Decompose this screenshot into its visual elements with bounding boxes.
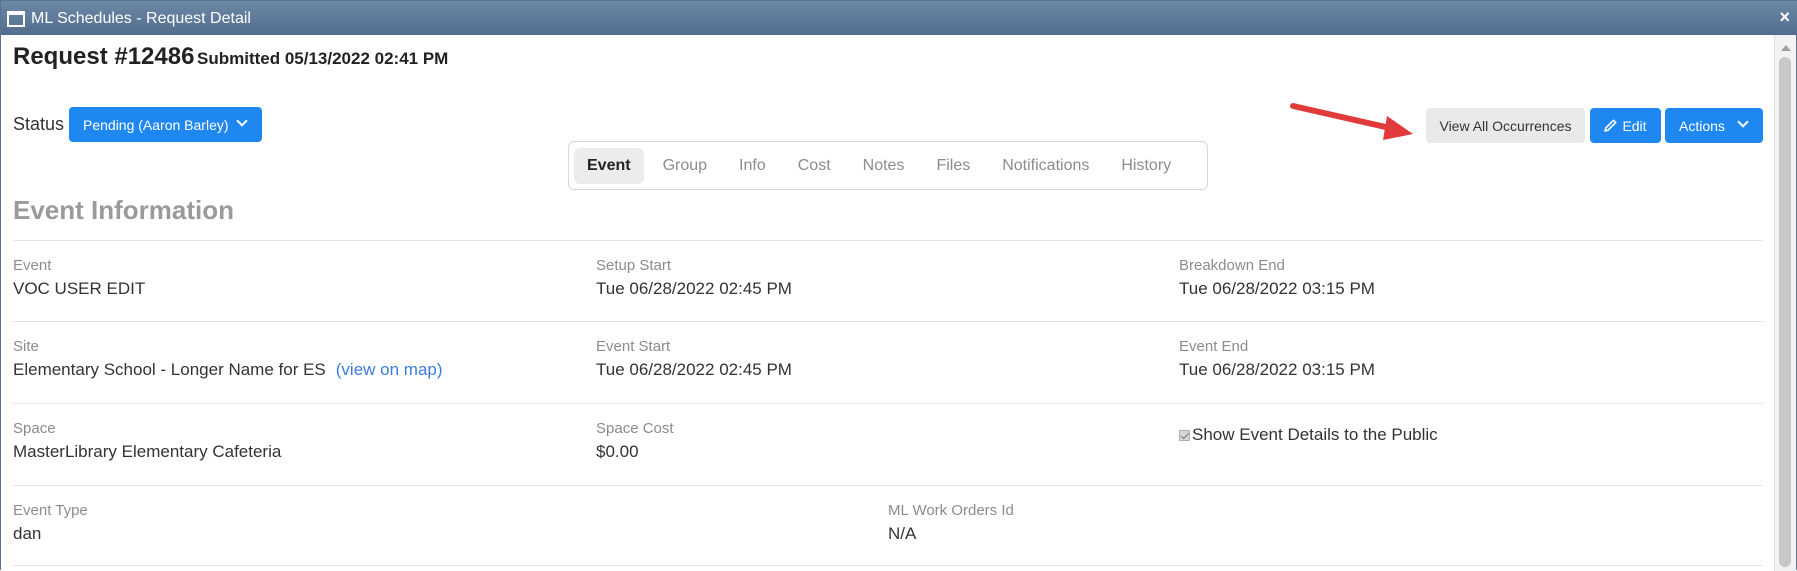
field-value: Elementary School - Longer Name for ES (v… [13,360,443,380]
scroll-up-icon[interactable] [1781,45,1791,51]
status-label: Status [13,114,65,134]
edit-button[interactable]: Edit [1590,108,1661,143]
tab-notes[interactable]: Notes [850,148,918,184]
window-title: ML Schedules - Request Detail [31,10,251,27]
content-area: Request #12486 Submitted 05/13/2022 02:4… [1,35,1776,571]
section-title: Event Information [13,195,235,225]
field-value: Tue 06/28/2022 02:45 PM [596,360,792,379]
field-label: Event Type [13,502,88,519]
pencil-icon [1604,119,1617,132]
show-public-checkbox[interactable] [1179,429,1190,441]
field-event-type: Event Type dan [13,502,88,544]
divider [13,403,1763,404]
field-event-start: Event Start Tue 06/28/2022 02:45 PM [596,338,792,380]
actions-label: Actions [1679,117,1725,134]
divider [13,321,1763,322]
field-value: N/A [888,524,917,543]
field-label: Breakdown End [1179,257,1285,274]
submitted-date: Submitted 05/13/2022 02:41 PM [197,49,449,68]
field-label: Event End [1179,338,1249,355]
field-work-orders-id: ML Work Orders Id N/A [888,502,1014,544]
tab-cost[interactable]: Cost [785,148,844,184]
field-label: Space Cost [596,420,674,437]
scroll-thumb[interactable] [1779,57,1791,567]
site-name: Elementary School - Longer Name for ES [13,360,326,379]
vertical-scrollbar[interactable] [1774,35,1796,571]
window-icon [7,11,25,27]
field-setup-start: Setup Start Tue 06/28/2022 02:45 PM [596,257,792,299]
field-value: MasterLibrary Elementary Cafeteria [13,442,282,461]
field-value: Tue 06/28/2022 03:15 PM [1179,279,1375,298]
field-value: $0.00 [596,442,639,461]
field-event: Event VOC USER EDIT [13,257,145,299]
title-bar: ML Schedules - Request Detail × [1,1,1797,35]
field-label: ML Work Orders Id [888,502,1014,519]
chevron-down-icon [1737,116,1749,128]
field-space: Space MasterLibrary Elementary Cafeteria [13,420,281,462]
field-label: Setup Start [596,257,672,274]
tab-event[interactable]: Event [574,147,644,184]
request-title: Request #12486 [13,43,195,70]
field-site: Site Elementary School - Longer Name for… [13,338,443,380]
status-dropdown-button[interactable]: Pending (Aaron Barley) [69,107,262,142]
tab-info[interactable]: Info [726,148,779,184]
field-value: Tue 06/28/2022 02:45 PM [596,279,792,298]
show-public-checkbox-row: Show Event Details to the Public [1179,425,1438,445]
field-space-cost: Space Cost $0.00 [596,420,674,462]
request-detail-window: ML Schedules - Request Detail × Request … [0,0,1797,571]
close-icon[interactable]: × [1779,7,1790,28]
show-public-label: Show Event Details to the Public [1192,425,1438,444]
field-label: Site [13,338,39,355]
field-label: Event [13,257,52,274]
view-all-occurrences-button[interactable]: View All Occurrences [1426,108,1585,143]
tab-notifications[interactable]: Notifications [989,148,1102,184]
field-value: VOC USER EDIT [13,279,146,298]
field-label: Event Start [596,338,671,355]
tab-files[interactable]: Files [923,148,983,184]
view-on-map-link[interactable]: (view on map) [336,360,443,379]
tab-history[interactable]: History [1108,148,1184,184]
edit-label: Edit [1622,117,1647,134]
annotation-arrow-icon [1290,103,1413,140]
field-event-end: Event End Tue 06/28/2022 03:15 PM [1179,338,1375,380]
field-value: dan [13,524,42,543]
status-value: Pending (Aaron Barley) [83,116,229,133]
divider [13,565,1763,566]
field-value: Tue 06/28/2022 03:15 PM [1179,360,1375,379]
tab-group[interactable]: Group [650,148,720,184]
field-label: Space [13,420,56,437]
divider [13,240,1763,241]
chevron-down-icon [236,115,248,127]
field-breakdown-end: Breakdown End Tue 06/28/2022 03:15 PM [1179,257,1375,299]
detail-tabs: Event Group Info Cost Notes Files Notifi… [568,141,1208,190]
actions-dropdown-button[interactable]: Actions [1665,108,1763,143]
divider [13,485,1763,486]
